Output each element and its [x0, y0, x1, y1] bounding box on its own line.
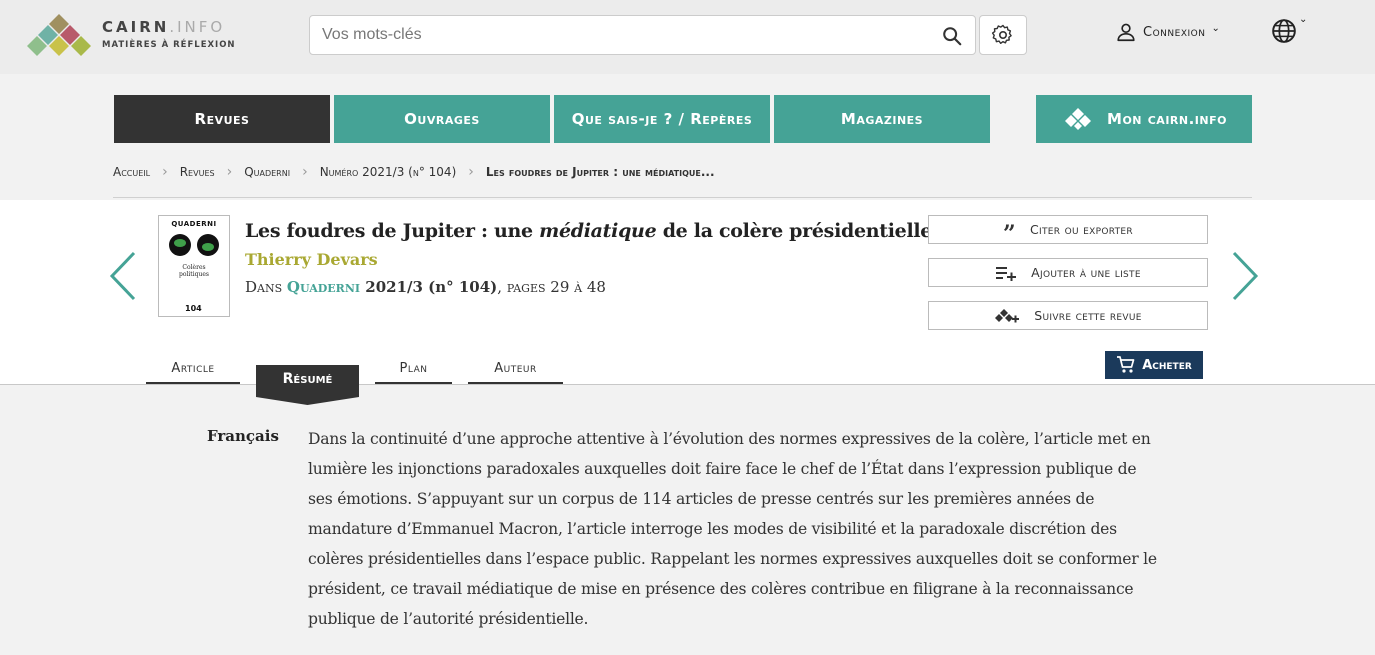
title-part: Les foudres de Jupiter : une: [245, 220, 540, 242]
main-navigation: Revues Ouvrages Que sais-je ? / Repères …: [0, 74, 1375, 200]
buy-label: Acheter: [1142, 357, 1192, 373]
buy-button[interactable]: Acheter: [1105, 351, 1203, 379]
follow-stones-icon: [995, 308, 1020, 322]
cart-icon: [1117, 356, 1135, 373]
nav-tab-revues[interactable]: Revues: [114, 95, 330, 143]
cairn-logo-icon: [27, 14, 91, 56]
logo-tagline: MATIÈRES À RÉFLEXION: [102, 40, 236, 50]
tab-resume[interactable]: Résumé: [256, 365, 359, 405]
mon-cairn-button[interactable]: Mon cairn.info: [1036, 95, 1252, 143]
cover-subtitle: Colères politiques: [162, 264, 226, 278]
divider: [113, 197, 1252, 198]
globe-icon: [1272, 19, 1296, 43]
title-emphasis: médiatique: [539, 220, 657, 242]
cite-export-button[interactable]: ” Citer ou exporter: [928, 215, 1208, 247]
site-header: CAIRN.INFO MATIÈRES À RÉFLEXION Connexio…: [0, 0, 1375, 74]
cairn-stones-icon: [1065, 108, 1092, 130]
add-to-list-button[interactable]: Ajouter à une liste: [928, 258, 1208, 287]
nav-tab-que-sais-je[interactable]: Que sais-je ? / Repères: [554, 95, 770, 143]
chevron-right-icon: ›: [226, 164, 233, 180]
cover-title: QUADERNI: [171, 220, 217, 228]
abstract-language: Français: [207, 427, 279, 445]
quote-icon: ”: [1003, 220, 1017, 247]
issue-number[interactable]: 2021/3 (n° 104): [360, 278, 497, 296]
breadcrumb: Accueil › Revues › Quaderni › Numéro 202…: [113, 164, 715, 180]
title-part: de la colère présidentielle: [656, 220, 933, 242]
journal-cover[interactable]: QUADERNI Colères politiques 104: [158, 215, 230, 317]
language-selector[interactable]: ⌄: [1271, 14, 1307, 44]
previous-article-arrow-icon[interactable]: [108, 250, 138, 302]
tab-auteur[interactable]: Auteur: [468, 361, 563, 385]
article-header: QUADERNI Colères politiques 104 Les foud…: [0, 200, 1375, 405]
chevron-right-icon: ›: [162, 164, 168, 180]
journal-link[interactable]: Quaderni: [287, 278, 360, 296]
article-source: Dans Quaderni 2021/3 (n° 104), pages 29 …: [245, 278, 606, 296]
chevron-right-icon: ›: [468, 164, 474, 180]
chevron-down-icon: ⌄: [1211, 22, 1220, 34]
playlist-add-icon: [996, 266, 1017, 281]
search-input[interactable]: [311, 17, 921, 53]
divider: [0, 384, 1375, 385]
user-icon: [1117, 23, 1135, 42]
breadcrumb-accueil[interactable]: Accueil: [113, 165, 150, 179]
follow-label: Suivre cette revue: [1034, 308, 1142, 323]
article-title: Les foudres de Jupiter : une médiatique …: [245, 220, 932, 242]
login-button[interactable]: Connexion ⌄: [1115, 20, 1220, 44]
breadcrumb-current: Les foudres de Jupiter : une médiatique.…: [485, 165, 715, 179]
cover-graphic-icon: [162, 230, 226, 260]
gear-icon: [991, 24, 1012, 44]
tab-plan[interactable]: Plan: [375, 361, 452, 385]
search-icon[interactable]: [941, 25, 963, 47]
breadcrumb-numero[interactable]: Numéro 2021/3 (n° 104): [320, 165, 457, 179]
search-box: [309, 15, 976, 55]
logo-text: CAIRN.INFO MATIÈRES À RÉFLEXION: [102, 18, 236, 50]
cover-number: 104: [185, 304, 202, 313]
breadcrumb-revues[interactable]: Revues: [180, 165, 215, 179]
abstract-text: Dans la continuité d’une approche attent…: [308, 430, 1157, 628]
page-range: , pages 29 à 48: [497, 278, 606, 296]
chevron-right-icon: ›: [302, 164, 308, 180]
nav-tab-magazines[interactable]: Magazines: [774, 95, 990, 143]
login-label: Connexion: [1143, 24, 1206, 40]
breadcrumb-quaderni[interactable]: Quaderni: [244, 165, 290, 179]
follow-journal-button[interactable]: Suivre cette revue: [928, 301, 1208, 330]
search-settings-button[interactable]: [979, 15, 1027, 55]
nav-tab-ouvrages[interactable]: Ouvrages: [334, 95, 550, 143]
cover-subtitle-line: Colères: [182, 264, 206, 271]
cairn-logo[interactable]: CAIRN.INFO MATIÈRES À RÉFLEXION: [24, 14, 236, 60]
logo-name: CAIRN: [102, 18, 170, 36]
article-author[interactable]: Thierry Devars: [245, 250, 378, 269]
logo-title: CAIRN.INFO: [102, 18, 236, 36]
cite-label: Citer ou exporter: [1030, 222, 1133, 237]
logo-suffix: .INFO: [169, 18, 226, 36]
add-list-label: Ajouter à une liste: [1031, 265, 1141, 280]
tab-article[interactable]: Article: [146, 361, 240, 385]
next-article-arrow-icon[interactable]: [1230, 250, 1260, 302]
source-prefix: Dans: [245, 278, 287, 296]
cover-subtitle-line: politiques: [179, 271, 209, 278]
mon-cairn-label: Mon cairn.info: [1107, 110, 1227, 128]
chevron-down-icon: ⌄: [1299, 14, 1308, 25]
